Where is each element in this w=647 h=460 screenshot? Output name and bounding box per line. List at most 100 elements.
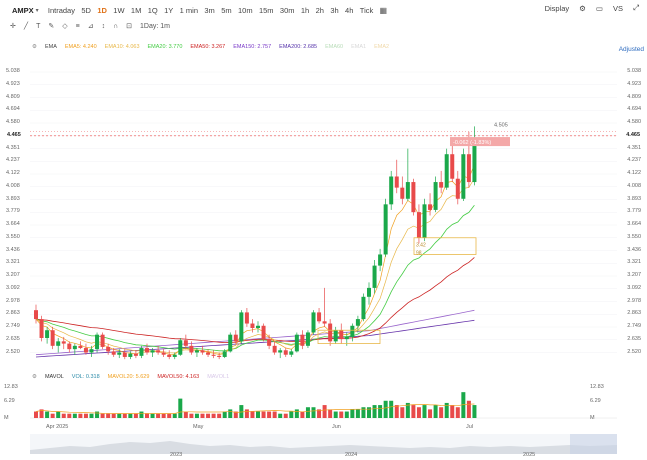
candle-body (156, 350, 161, 353)
tab-timeframe[interactable]: 3h (327, 6, 342, 15)
volume-bar (167, 413, 172, 418)
candle-body (178, 340, 183, 355)
candle-body (428, 204, 433, 210)
tab-timeframe[interactable]: 1Q (145, 6, 161, 15)
mavol50-value: MAVOL50: 4.163 (157, 374, 200, 380)
candle-body (450, 154, 455, 179)
volume-bar (439, 407, 444, 418)
tab-timeframe[interactable]: Tick (357, 6, 377, 15)
price-tick: 2.978 (6, 297, 20, 304)
volume-bar (50, 413, 55, 418)
lock-icon[interactable]: ⊡ (126, 22, 132, 30)
last-price-tag: 4.465 (6, 131, 22, 138)
ema-legend: ⚙ EMA EMA5: 4.240 EMA10: 4.063 EMA20: 3.… (32, 44, 389, 50)
price-tick: 3.092 (6, 284, 20, 291)
volume-bar (34, 411, 38, 418)
volume-bar (394, 405, 399, 418)
volume-bar (256, 411, 260, 418)
mavol-extra: MAVOL1 (207, 374, 230, 380)
ema150-line (35, 309, 475, 356)
high-label: 4.505 (494, 122, 508, 128)
candle-body (411, 182, 416, 213)
price-tick: 3.436 (6, 246, 20, 253)
volume-bar (133, 413, 138, 418)
volume-bar (428, 409, 433, 418)
tab-timeframe[interactable]: 10m (235, 6, 256, 15)
tab-timeframe[interactable]: 4h (342, 6, 357, 15)
candle-body (128, 353, 133, 357)
calendar-icon[interactable]: ▦ (379, 6, 387, 15)
price-tick: 2.635 (627, 335, 641, 342)
shapes-icon[interactable]: ◇ (62, 22, 67, 30)
tab-timeframe[interactable]: 3m (201, 6, 218, 15)
settings-icon[interactable]: ⚙ (579, 4, 586, 13)
candle-body (461, 154, 466, 199)
tab-timeframe[interactable]: 15m (256, 6, 277, 15)
price-tick: 4.008 (6, 182, 20, 189)
tab-timeframe[interactable]: 1W (110, 6, 128, 15)
price-tick: 4.580 (627, 119, 641, 125)
ema-extra1: EMA60 (325, 44, 344, 50)
volume-bar (294, 409, 299, 418)
ema20-value: EMA20: 3.770 (147, 44, 183, 50)
candle-body (344, 336, 349, 340)
interval-select[interactable]: 1Day: 1m (140, 23, 170, 30)
symbol-dropdown-icon[interactable]: ▾ (36, 7, 39, 14)
layout-icon[interactable]: ▭ (596, 4, 603, 13)
candle-body (117, 352, 122, 355)
price-tick: 4.923 (6, 80, 20, 87)
candle-body (283, 350, 288, 355)
candle-body (444, 154, 449, 188)
volume-bar (183, 411, 188, 418)
tab-timeframe[interactable]: 1h (298, 6, 313, 15)
volume-bar (83, 413, 88, 418)
month-label: Jun (332, 424, 341, 430)
volume-bar (422, 405, 427, 418)
candle-body (416, 212, 421, 238)
tab-timeframe[interactable]: 5m (218, 6, 235, 15)
timeline-navigator[interactable] (30, 434, 617, 454)
volume-bar (272, 411, 277, 418)
tab-timeframe[interactable]: 1D (94, 6, 110, 15)
volume-bar (78, 413, 83, 418)
candle-body (45, 330, 50, 339)
tab-timeframe[interactable]: 30m (277, 6, 298, 15)
candle-body (250, 323, 255, 328)
cursor-icon[interactable]: ↕ (102, 23, 106, 30)
tab-timeframe[interactable]: 1Y (161, 6, 177, 15)
magnet-icon[interactable]: ∩ (113, 23, 118, 30)
volume-bar (378, 405, 383, 418)
text-tool-icon[interactable]: T (36, 23, 40, 30)
candle-body (294, 334, 299, 352)
price-tick: 3.207 (627, 272, 641, 278)
candle-body (361, 296, 366, 320)
volume-bar (355, 409, 360, 418)
navigator-window[interactable] (570, 434, 617, 454)
volume-tick: 6.29 (4, 398, 15, 404)
tab-timeframe[interactable]: 5D (78, 6, 94, 15)
tab-timeframe[interactable]: Intraday (45, 6, 78, 15)
ema-settings-icon[interactable]: ⚙ (32, 44, 37, 50)
measure-icon[interactable]: ⊿ (88, 22, 94, 30)
mavol-settings-icon[interactable]: ⚙ (32, 374, 37, 380)
mavol20-value: MAVOL20: 5.629 (107, 374, 150, 380)
display-button[interactable]: Display (545, 4, 570, 13)
price-tick: 3.207 (6, 272, 20, 278)
tab-timeframe[interactable]: 1M (128, 6, 145, 15)
fib-icon[interactable]: ≡ (76, 23, 80, 30)
candle-body (383, 204, 388, 255)
volume-bar (261, 411, 266, 418)
candle-body (167, 354, 172, 357)
candle-body (433, 182, 438, 210)
brush-icon[interactable]: ✎ (48, 22, 54, 30)
candle-body (256, 325, 260, 328)
volume-bar (56, 411, 61, 418)
tab-timeframe[interactable]: 2h (312, 6, 327, 15)
volume-bar (106, 413, 111, 418)
price-tick: 3.893 (6, 195, 20, 202)
price-tick: 2.749 (627, 323, 641, 329)
price-tick: 4.580 (6, 119, 20, 125)
price-tick: 2.520 (627, 348, 641, 355)
tab-timeframe[interactable]: 1 min (176, 6, 201, 15)
volume-bar (117, 413, 122, 418)
